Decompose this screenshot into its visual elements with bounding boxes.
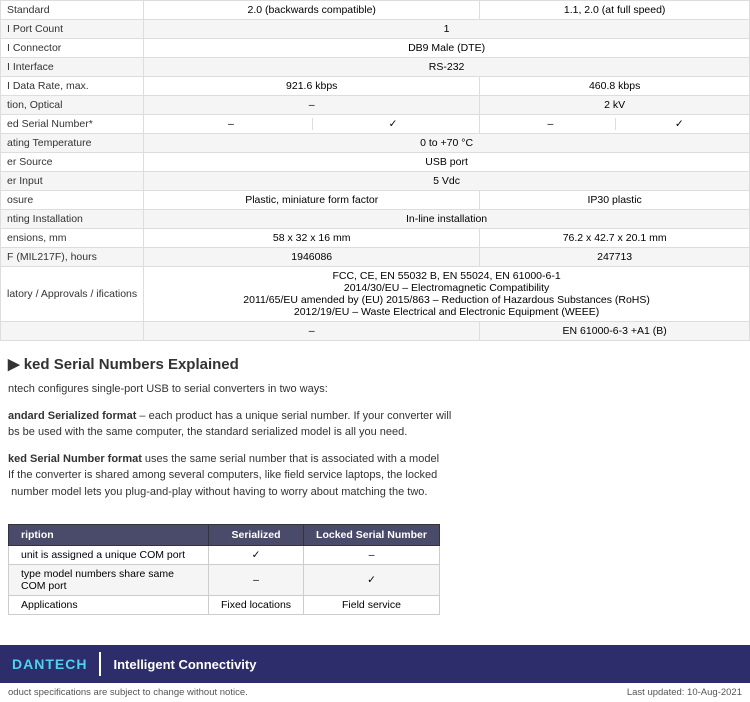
spec-label: I Port Count xyxy=(1,20,144,39)
spec-value: In-line installation xyxy=(144,210,750,229)
spec-row: –EN 61000-6-3 +A1 (B) xyxy=(1,322,750,341)
footer-logo: DANTECH xyxy=(12,656,87,672)
comparison-serialized: – xyxy=(209,565,304,596)
spec-value-col2: 76.2 x 42.7 x 20.1 mm xyxy=(480,229,750,248)
spec-value: USB port xyxy=(144,153,750,172)
spec-label: ed Serial Number* xyxy=(1,115,144,134)
comparison-desc: Applications xyxy=(9,596,209,615)
spec-value: 1 xyxy=(144,20,750,39)
spec-row: er Input5 Vdc xyxy=(1,172,750,191)
comparison-table: riptionSerializedLocked Serial Number un… xyxy=(8,524,440,615)
spec-value-col1: 921.6 kbps xyxy=(144,77,480,96)
comparison-row: ApplicationsFixed locationsField service xyxy=(9,596,440,615)
spec-value-col2: 247713 xyxy=(480,248,750,267)
footer-note-right: Last updated: 10-Aug-2021 xyxy=(627,687,742,698)
spec-label: ating Temperature xyxy=(1,134,144,153)
spec-label: osure xyxy=(1,191,144,210)
spec-label xyxy=(1,322,144,341)
spec-row: F (MIL217F), hours1946086247713 xyxy=(1,248,750,267)
comparison-locked: – xyxy=(304,546,440,565)
spec-value-col1: 1946086 xyxy=(144,248,480,267)
specs-table: Standard2.0 (backwards compatible)1.1, 2… xyxy=(0,0,750,341)
spec-value-col2: EN 61000-6-3 +A1 (B) xyxy=(480,322,750,341)
spec-value: 0 to +70 °C xyxy=(144,134,750,153)
para1-bold: andard Serialized format xyxy=(8,410,136,422)
spec-label: Standard xyxy=(1,1,144,20)
section-heading: ▶ ked Serial Numbers Explained xyxy=(0,341,750,379)
spec-value: DB9 Male (DTE) xyxy=(144,39,750,58)
spec-label: I Interface xyxy=(1,58,144,77)
comparison-locked: ✓ xyxy=(304,565,440,596)
spec-label: er Input xyxy=(1,172,144,191)
spec-value-col1: 58 x 32 x 16 mm xyxy=(144,229,480,248)
spec-row: I ConnectorDB9 Male (DTE) xyxy=(1,39,750,58)
comparison-serialized: Fixed locations xyxy=(209,596,304,615)
spec-label: I Connector xyxy=(1,39,144,58)
para2: ked Serial Number format uses the same s… xyxy=(0,449,750,509)
spec-row: tion, Optical–2 kV xyxy=(1,96,750,115)
spec-value-col2: 2 kV xyxy=(480,96,750,115)
spec-row: I Data Rate, max.921.6 kbps460.8 kbps xyxy=(1,77,750,96)
comparison-row: type model numbers share same COM port–✓ xyxy=(9,565,440,596)
comparison-desc: unit is assigned a unique COM port xyxy=(9,546,209,565)
spec-label: nting Installation xyxy=(1,210,144,229)
spec-row: ed Serial Number*–✓–✓ xyxy=(1,115,750,134)
spec-value: 5 Vdc xyxy=(144,172,750,191)
heading-icon: ▶ xyxy=(8,356,20,373)
spec-label: er Source xyxy=(1,153,144,172)
comparison-serialized: ✓ xyxy=(209,546,304,565)
spec-row: osurePlastic, miniature form factorIP30 … xyxy=(1,191,750,210)
spec-value-col1: – xyxy=(144,96,480,115)
spec-value-col1: 2.0 (backwards compatible) xyxy=(144,1,480,20)
spec-label: I Data Rate, max. xyxy=(1,77,144,96)
spec-row: ensions, mm58 x 32 x 16 mm76.2 x 42.7 x … xyxy=(1,229,750,248)
comparison-desc: type model numbers share same COM port xyxy=(9,565,209,596)
spec-value-col1: – xyxy=(144,322,480,341)
comparison-row: unit is assigned a unique COM port✓– xyxy=(9,546,440,565)
comparison-locked: Field service xyxy=(304,596,440,615)
comparison-header: ription xyxy=(9,525,209,546)
comparison-header: Serialized xyxy=(209,525,304,546)
spec-value-middle: –✓ xyxy=(144,115,480,134)
footer-divider xyxy=(99,652,101,676)
spec-value-col2: 460.8 kbps xyxy=(480,77,750,96)
spec-label: tion, Optical xyxy=(1,96,144,115)
footer-tagline: Intelligent Connectivity xyxy=(113,657,256,672)
spec-label: latory / Approvals / ifications xyxy=(1,267,144,322)
para2-bold: ked Serial Number format xyxy=(8,453,142,465)
spec-value-col2: 1.1, 2.0 (at full speed) xyxy=(480,1,750,20)
section-intro: ntech configures single-port USB to seri… xyxy=(0,379,750,406)
para1: andard Serialized format – each product … xyxy=(0,406,750,449)
spec-row: nting InstallationIn-line installation xyxy=(1,210,750,229)
spec-label: F (MIL217F), hours xyxy=(1,248,144,267)
footer-note: oduct specifications are subject to chan… xyxy=(0,683,750,702)
spec-row: I Port Count1 xyxy=(1,20,750,39)
spec-value: RS-232 xyxy=(144,58,750,77)
comparison-header: Locked Serial Number xyxy=(304,525,440,546)
intro-text: ntech configures single-port USB to seri… xyxy=(8,383,328,395)
spec-row: ating Temperature0 to +70 °C xyxy=(1,134,750,153)
logo-rest: ANTECH xyxy=(23,656,87,672)
footer-note-left: oduct specifications are subject to chan… xyxy=(8,687,248,698)
spec-label: ensions, mm xyxy=(1,229,144,248)
footer-bar: DANTECH Intelligent Connectivity xyxy=(0,645,750,683)
spec-value-right: –✓ xyxy=(480,115,750,134)
logo-highlight: D xyxy=(12,656,23,672)
spec-value: FCC, CE, EN 55032 B, EN 55024, EN 61000-… xyxy=(144,267,750,322)
spec-row: er SourceUSB port xyxy=(1,153,750,172)
section-heading-text: ked Serial Numbers Explained xyxy=(24,356,239,373)
spec-row: I InterfaceRS-232 xyxy=(1,58,750,77)
spec-value-col1: Plastic, miniature form factor xyxy=(144,191,480,210)
spec-value-col2: IP30 plastic xyxy=(480,191,750,210)
spec-row: Standard2.0 (backwards compatible)1.1, 2… xyxy=(1,1,750,20)
spec-row: latory / Approvals / ificationsFCC, CE, … xyxy=(1,267,750,322)
comparison-section: riptionSerializedLocked Serial Number un… xyxy=(0,508,750,625)
